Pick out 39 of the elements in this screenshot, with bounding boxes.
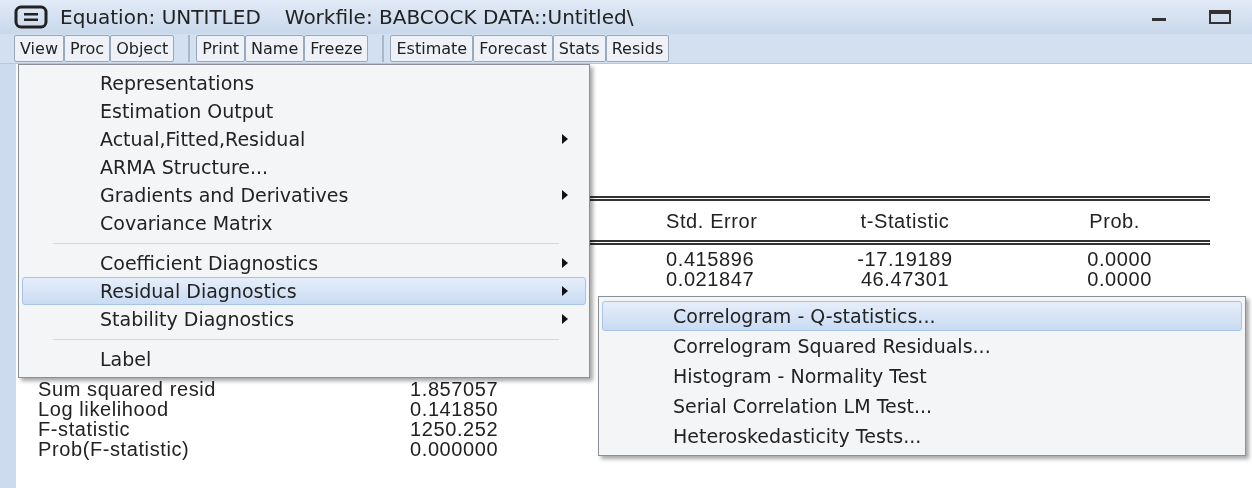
column-header: Std. Error [665, 208, 759, 234]
statistic-label: Prob(F-statistic) [38, 437, 191, 462]
menu-item[interactable]: Residual Diagnostics [22, 277, 586, 305]
menu-item[interactable]: Representations [22, 69, 586, 97]
menu-item[interactable]: Heteroskedasticity Tests... [602, 421, 1242, 451]
column-header: t-Statistic [859, 208, 951, 234]
menu-item[interactable]: Serial Correlation LM Test... [602, 391, 1242, 421]
toolbar-button[interactable]: Proc [63, 35, 111, 62]
window-title: Equation: UNTITLED [60, 4, 261, 31]
menu-item[interactable]: Estimation Output [22, 97, 586, 125]
toolbar-button[interactable]: Stats [552, 35, 606, 62]
submenu-arrow-icon [561, 285, 569, 297]
menu-item[interactable]: Correlogram - Q-statistics... [602, 301, 1242, 331]
column-header: Prob. [1088, 208, 1141, 234]
menu-icon[interactable] [14, 5, 48, 29]
menu-item[interactable]: Actual,Fitted,Residual [22, 125, 586, 153]
toolbar-button[interactable]: Forecast [473, 35, 553, 62]
toolbar-button[interactable]: Object [110, 35, 175, 62]
workfile-title: Workfile: BABCOCK DATA::Untitled\ [284, 4, 634, 31]
submenu-arrow-icon [561, 257, 569, 269]
toolbar-button[interactable]: Print [196, 35, 246, 62]
statistic-label: Sum squared resid [38, 377, 218, 402]
toolbar-button[interactable]: View [14, 35, 64, 62]
menu-item[interactable]: Histogram - Normality Test [602, 361, 1242, 391]
menu-item[interactable]: Coefficient Diagnostics [22, 249, 586, 277]
submenu-arrow-icon [561, 313, 569, 325]
toolbar-button[interactable]: Resids [605, 35, 670, 62]
menu-item[interactable]: ARMA Structure... [22, 153, 586, 181]
menu-item[interactable]: Covariance Matrix [22, 209, 586, 237]
menu-item[interactable]: Stability Diagnostics [22, 305, 586, 333]
toolbar-button[interactable]: Freeze [304, 35, 369, 62]
menu-item[interactable]: Gradients and Derivatives [22, 181, 586, 209]
submenu-arrow-icon [561, 189, 569, 201]
toolbar-button[interactable]: Estimate [390, 35, 474, 62]
toolbar-button[interactable]: Name [245, 35, 305, 62]
maximize-icon[interactable] [1208, 9, 1232, 25]
menu-item[interactable]: Correlogram Squared Residuals... [602, 331, 1242, 361]
menu-item[interactable]: Label [22, 345, 586, 373]
submenu-arrow-icon [561, 133, 569, 145]
